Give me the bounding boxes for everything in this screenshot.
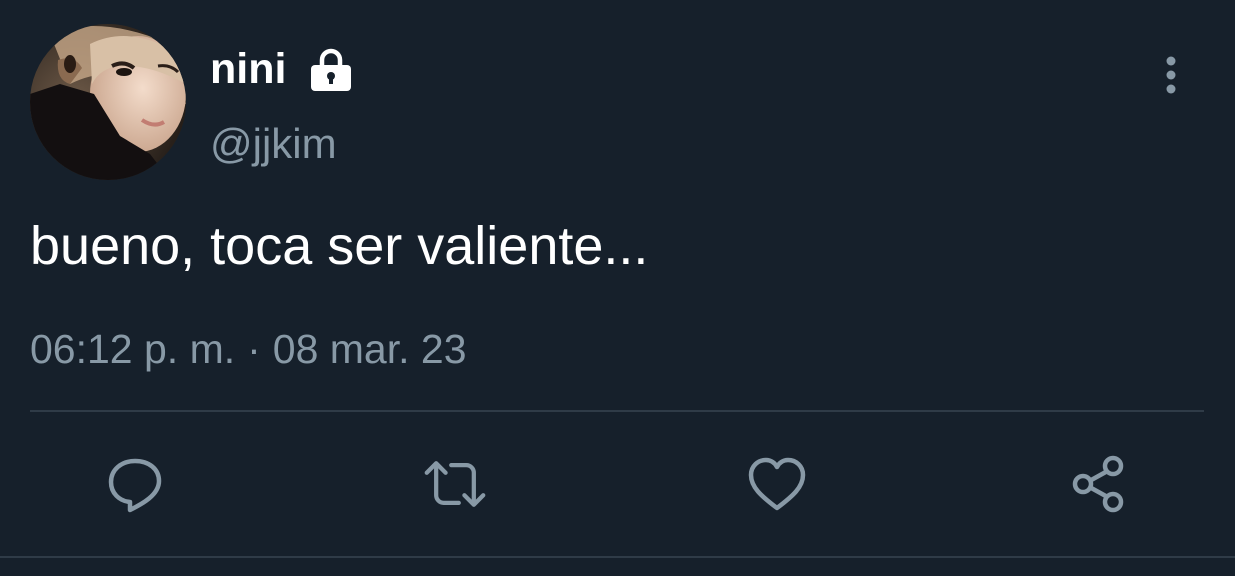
name-row: nini xyxy=(210,42,354,96)
display-name[interactable]: nini xyxy=(210,42,286,96)
tweet-date: 08 mar. 23 xyxy=(272,326,467,372)
lock-icon xyxy=(308,46,354,92)
share-icon xyxy=(1072,455,1124,513)
meta-separator: · xyxy=(247,326,261,372)
reply-icon xyxy=(108,458,162,513)
user-handle[interactable]: @jjkim xyxy=(210,117,337,171)
bottom-divider xyxy=(0,556,1235,558)
like-button[interactable] xyxy=(745,452,809,516)
reply-button[interactable] xyxy=(103,452,167,516)
divider xyxy=(30,410,1204,412)
tweet-time: 06:12 p. m. xyxy=(30,326,236,372)
avatar[interactable] xyxy=(30,24,186,180)
tweet-text: bueno, toca ser valiente... xyxy=(30,216,649,276)
avatar-photo xyxy=(30,24,186,180)
retweet-button[interactable] xyxy=(423,452,487,516)
tweet-card: nini @jjkim bueno, toca ser valiente... … xyxy=(0,0,1235,576)
retweet-icon xyxy=(424,461,486,507)
tweet-timestamp[interactable]: 06:12 p. m. · 08 mar. 23 xyxy=(30,322,467,376)
more-options-button[interactable] xyxy=(1150,52,1192,98)
share-button[interactable] xyxy=(1067,452,1131,516)
more-vertical-icon xyxy=(1166,56,1176,94)
heart-icon xyxy=(748,457,806,511)
